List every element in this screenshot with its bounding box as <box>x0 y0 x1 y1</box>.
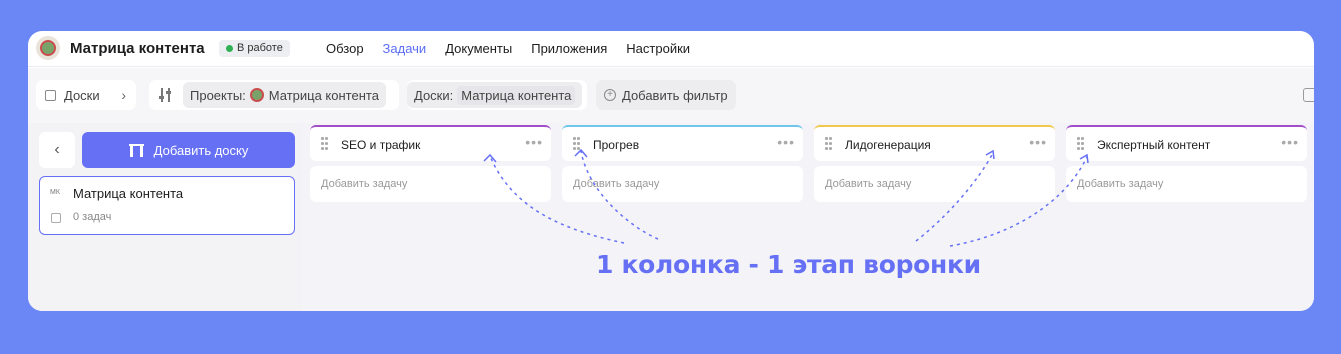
annotation-caption: 1 колонка - 1 этап воронки <box>596 250 981 279</box>
app-window: Матрица контента В работе Обзор Задачи Д… <box>28 31 1314 311</box>
